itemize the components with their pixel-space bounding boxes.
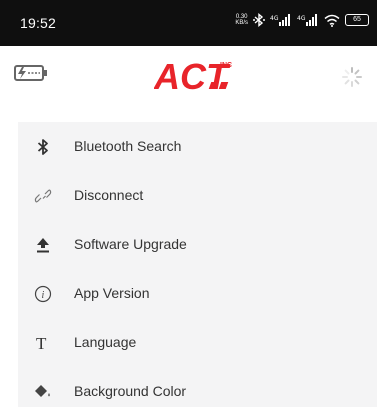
signal-4g-icon: 4G xyxy=(297,14,319,26)
svg-text:4G: 4G xyxy=(297,15,306,22)
svg-text:i: i xyxy=(42,290,45,301)
status-time: 19:52 xyxy=(20,15,57,31)
menu-item-label: Bluetooth Search xyxy=(74,138,182,154)
menu-item-label: Software Upgrade xyxy=(74,236,187,252)
svg-text:T: T xyxy=(36,334,47,352)
menu-item-disconnect[interactable]: Disconnect xyxy=(18,171,377,220)
act-logo: ACT INC xyxy=(153,56,246,99)
menu-item-background-color[interactable]: Background Color xyxy=(18,367,377,416)
status-bar: 19:52 0.30 KB/s 4G 4G 65 xyxy=(0,0,377,46)
battery-charging-icon[interactable] xyxy=(14,64,48,87)
signal-4g-icon: 4G xyxy=(270,14,292,26)
menu-item-app-version[interactable]: i App Version xyxy=(18,269,377,318)
menu-item-label: Background Color xyxy=(74,383,187,399)
menu-item-software-upgrade[interactable]: Software Upgrade xyxy=(18,220,377,269)
upload-icon xyxy=(32,234,54,256)
loading-spinner-icon xyxy=(341,66,363,93)
info-icon: i xyxy=(32,283,54,305)
menu-item-label: App Version xyxy=(74,285,150,301)
text-t-icon: T xyxy=(32,332,54,354)
bluetooth-icon xyxy=(32,136,54,158)
network-speed-unit: KB/s xyxy=(235,20,248,26)
menu-item-language[interactable]: T Language xyxy=(18,318,377,367)
logo-small-text: INC xyxy=(220,62,232,69)
menu-item-bluetooth-search[interactable]: Bluetooth Search xyxy=(18,122,377,171)
battery-icon: 65 xyxy=(345,14,369,26)
app-header: ACT INC xyxy=(0,46,377,110)
link-broken-icon xyxy=(32,185,54,207)
wifi-icon xyxy=(324,14,340,27)
network-speed: 0.30 KB/s xyxy=(235,14,248,26)
menu-item-label: Disconnect xyxy=(74,187,144,203)
status-icons: 0.30 KB/s 4G 4G 65 xyxy=(235,13,369,27)
svg-text:4G: 4G xyxy=(270,15,279,22)
paint-bucket-icon xyxy=(32,381,54,403)
settings-menu: Bluetooth Search Disconnect Software Upg… xyxy=(18,122,377,407)
menu-item-label: Language xyxy=(74,334,137,350)
bluetooth-icon xyxy=(253,13,265,27)
